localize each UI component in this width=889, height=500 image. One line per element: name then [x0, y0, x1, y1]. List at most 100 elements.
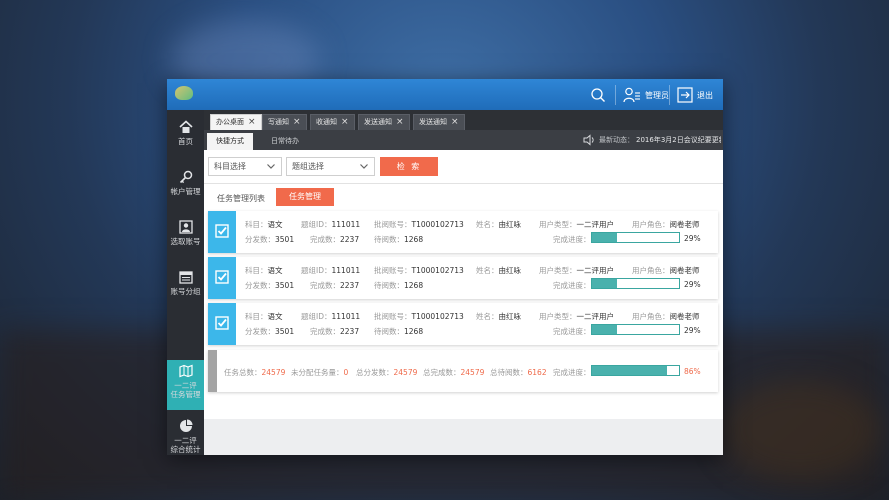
- task-progress-percent: 29%: [684, 326, 701, 335]
- task-row[interactable]: 科目：语文 题组ID：111011 批阅账号：T1000102713 姓名：由红…: [208, 211, 718, 253]
- sidebar-item-label: 一二评: [174, 436, 197, 445]
- task-user-type: 用户类型：一二评用户: [539, 266, 614, 275]
- key-icon: [179, 170, 192, 184]
- subject-select[interactable]: 科目选择: [208, 157, 282, 176]
- task-group-id: 题组ID：111011: [301, 266, 361, 275]
- task-sent: 分发数：3501: [245, 327, 295, 336]
- tab-label: 发送通知: [419, 118, 447, 126]
- group-select-value: 题组选择: [292, 162, 324, 171]
- summary-total-done: 总完成数：24579: [423, 368, 485, 377]
- task-row[interactable]: 科目：语文 题组ID：111011 批阅账号：T1000102713 姓名：由红…: [208, 257, 718, 299]
- task-row[interactable]: 科目：语文 题组ID：111011 批阅账号：T1000102713 姓名：由红…: [208, 303, 718, 345]
- close-icon[interactable]: ×: [341, 117, 349, 127]
- sidebar: 首页 帐户管理 选取账号 账号分组 一二评 任务管理 一二评 综合统计: [167, 110, 204, 455]
- sidebar-item-home[interactable]: 首页: [167, 110, 204, 160]
- task-done: 完成数：2237: [310, 327, 360, 336]
- task-progress-bar: [591, 232, 680, 243]
- close-icon[interactable]: ×: [293, 117, 301, 127]
- task-management-button[interactable]: 任务管理: [276, 188, 334, 206]
- task-progress-label: 完成进度：: [553, 281, 591, 290]
- tab-send-notice[interactable]: 发送通知 ×: [358, 114, 410, 130]
- news-ticker[interactable]: 2016年3月2日会议纪要更新...: [636, 135, 721, 145]
- task-subject: 科目：语文: [245, 266, 283, 275]
- filter-row: 科目选择 题组选择 检 索: [204, 150, 723, 184]
- task-progress-percent: 29%: [684, 280, 701, 289]
- sidebar-item-label: 一二评: [174, 381, 197, 390]
- tab-send-notice-2[interactable]: 发送通知 ×: [413, 114, 465, 130]
- summary-total-sent: 总分发数：24579: [356, 368, 418, 377]
- speaker-icon: [583, 134, 594, 146]
- summary-total-pending: 总待阅数：6162: [490, 368, 547, 377]
- task-pending: 待阅数：1268: [374, 327, 424, 336]
- sidebar-item-label: 选取账号: [170, 237, 201, 246]
- sidebar-item-task-management[interactable]: 一二评 任务管理: [167, 360, 204, 410]
- sidebar-item-statistics[interactable]: 一二评 综合统计: [167, 415, 204, 455]
- tab-write-notice[interactable]: 写通知 ×: [262, 114, 307, 130]
- task-done: 完成数：2237: [310, 235, 360, 244]
- checkbox-checked-icon: [215, 224, 229, 238]
- footer-area: [204, 419, 723, 455]
- home-icon: [178, 120, 193, 133]
- chevron-down-icon: [360, 164, 368, 169]
- map-icon: [178, 364, 193, 378]
- subtab-shortcuts[interactable]: 快捷方式: [207, 133, 253, 150]
- tab-receive-notice[interactable]: 收通知 ×: [310, 114, 355, 130]
- background-city-light: [720, 380, 880, 480]
- group-select[interactable]: 题组选择: [286, 157, 375, 176]
- progress-fill: [592, 325, 618, 334]
- task-group-id: 题组ID：111011: [301, 312, 361, 321]
- exit-icon[interactable]: [677, 87, 693, 103]
- progress-fill: [592, 279, 618, 288]
- progress-fill: [592, 233, 618, 242]
- task-progress-label: 完成进度：: [553, 235, 591, 244]
- search-icon[interactable]: [590, 87, 606, 103]
- titlebar-divider: [615, 85, 616, 105]
- summary-total-tasks: 任务总数：24579: [224, 368, 286, 377]
- task-name: 姓名：由红咏: [476, 220, 521, 229]
- task-name: 姓名：由红咏: [476, 312, 521, 321]
- tab-label: 办公桌面: [216, 118, 244, 126]
- task-checkbox[interactable]: [208, 211, 236, 253]
- sidebar-item-select-account[interactable]: 选取账号: [167, 210, 204, 260]
- admin-label[interactable]: 管理员: [645, 90, 669, 101]
- calendar-list-icon: [178, 271, 193, 284]
- tab-strip: 办公桌面 × 写通知 × 收通知 × 发送通知 × 发送通知 ×: [204, 110, 723, 130]
- close-icon[interactable]: ×: [396, 117, 404, 127]
- task-account: 批阅账号：T1000102713: [374, 220, 464, 229]
- tab-office-desktop[interactable]: 办公桌面 ×: [210, 114, 262, 130]
- list-title: 任务管理列表: [217, 194, 265, 203]
- task-sent: 分发数：3501: [245, 235, 295, 244]
- tab-label: 发送通知: [364, 118, 392, 126]
- summary-progress-bar: [591, 365, 680, 376]
- summary-unassigned: 未分配任务量：0: [291, 368, 349, 377]
- close-icon[interactable]: ×: [451, 117, 459, 127]
- news-label: 最新动态：: [599, 136, 634, 144]
- task-checkbox[interactable]: [208, 303, 236, 345]
- sidebar-item-label: 帐户管理: [170, 187, 201, 196]
- search-button[interactable]: 检 索: [380, 157, 438, 176]
- task-account: 批阅账号：T1000102713: [374, 266, 464, 275]
- sidebar-item-label: 账号分组: [170, 287, 201, 296]
- task-group-id: 题组ID：111011: [301, 220, 361, 229]
- exit-label[interactable]: 退出: [697, 90, 713, 101]
- title-bar: 管理员 退出: [167, 79, 723, 110]
- task-role: 用户角色：阅卷老师: [632, 220, 700, 229]
- summary-row: 任务总数：24579 未分配任务量：0 总分发数：24579 总完成数：2457…: [208, 350, 718, 392]
- sidebar-item-account-management[interactable]: 帐户管理: [167, 160, 204, 210]
- sidebar-item-account-group[interactable]: 账号分组: [167, 260, 204, 310]
- task-progress-bar: [591, 278, 680, 289]
- close-icon[interactable]: ×: [248, 117, 256, 127]
- task-progress-bar: [591, 324, 680, 335]
- user-icon[interactable]: [623, 87, 641, 103]
- task-account: 批阅账号：T1000102713: [374, 312, 464, 321]
- task-role: 用户角色：阅卷老师: [632, 312, 700, 321]
- chevron-down-icon: [267, 164, 275, 169]
- task-checkbox[interactable]: [208, 257, 236, 299]
- main-content: 科目选择 题组选择 检 索 任务管理列表 任务管理 科目：语文 题组ID：111…: [204, 150, 723, 419]
- subtab-daily-todo[interactable]: 日常待办: [262, 133, 308, 150]
- task-pending: 待阅数：1268: [374, 281, 424, 290]
- task-name: 姓名：由红咏: [476, 266, 521, 275]
- sub-tab-bar: 快捷方式 日常待办 最新动态： 2016年3月2日会议纪要更新...: [204, 130, 723, 150]
- contact-card-icon: [178, 220, 193, 234]
- app-window: 管理员 退出 首页 帐户管理 选取账号 账号分组 一二评 任务管理 一二评 综合…: [167, 79, 723, 455]
